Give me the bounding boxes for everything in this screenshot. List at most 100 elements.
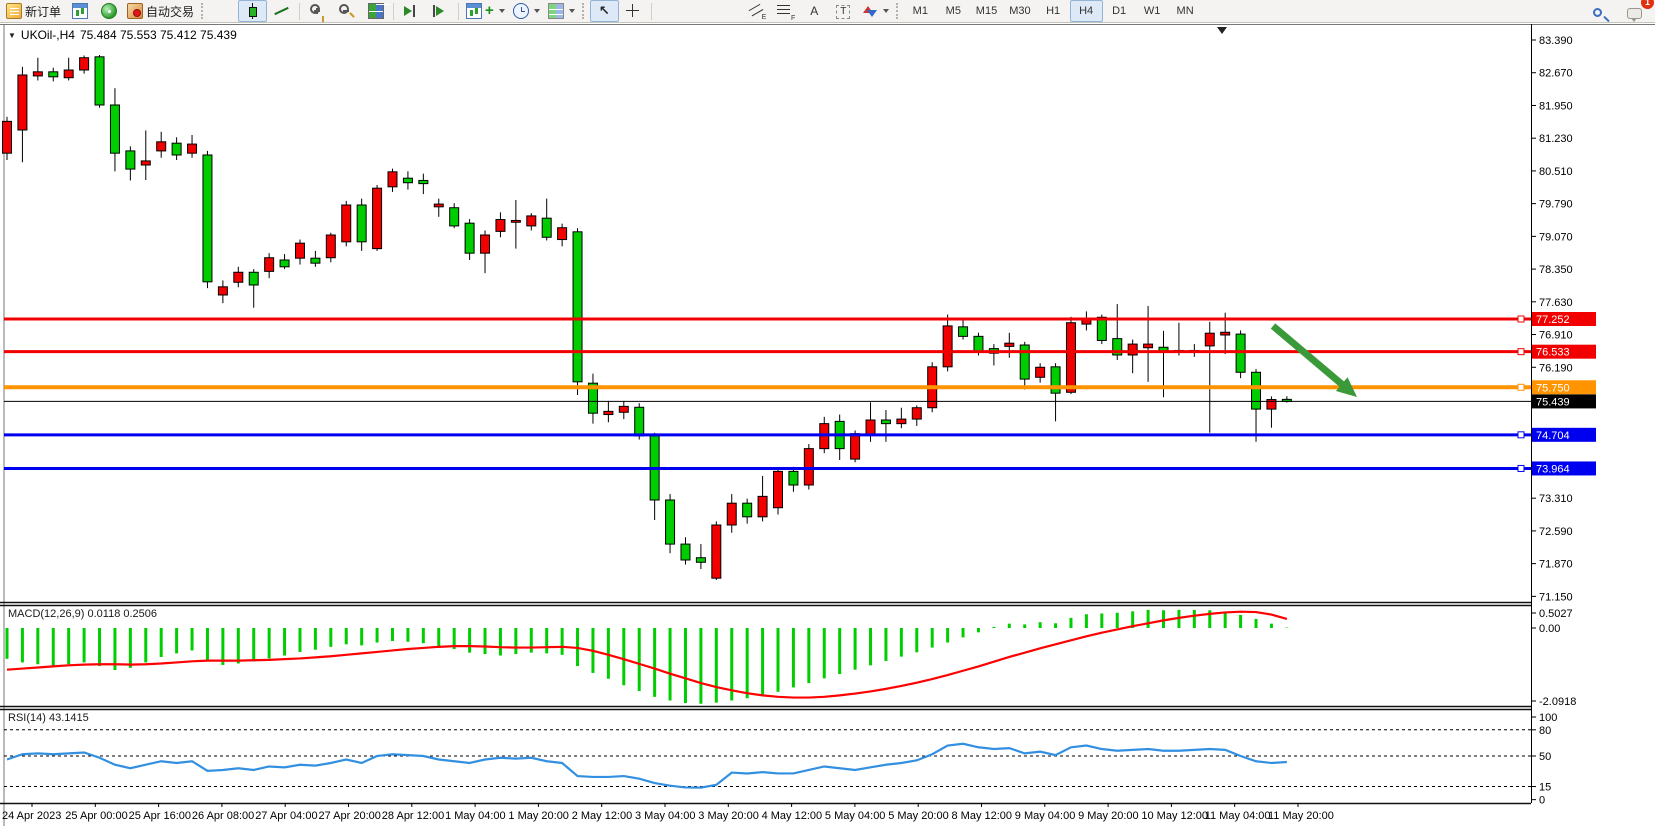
svg-text:15: 15 <box>1539 782 1551 794</box>
bar-chart-type-button[interactable] <box>209 0 238 22</box>
periods-icon <box>513 3 529 19</box>
svg-text:25 Apr 00:00: 25 Apr 00:00 <box>65 810 127 822</box>
svg-text:75.439: 75.439 <box>1536 396 1570 408</box>
new-order-icon <box>6 3 22 19</box>
indicators-button[interactable]: + <box>462 0 509 22</box>
chart-window[interactable]: ▼ UKOil-,H4 75.484 75.553 75.412 75.439 … <box>0 24 1655 826</box>
timeframe-button-h1[interactable]: H1 <box>1037 0 1070 22</box>
timeframe-button-d1[interactable]: D1 <box>1103 0 1136 22</box>
svg-text:9 May 20:00: 9 May 20:00 <box>1078 810 1139 822</box>
new-order-button[interactable]: 新订单 <box>2 0 65 22</box>
arrows-button[interactable] <box>858 0 893 22</box>
line-handle[interactable] <box>1518 349 1524 355</box>
auto-scroll-button[interactable] <box>397 0 426 22</box>
line-handle[interactable] <box>1518 316 1524 322</box>
svg-text:76.910: 76.910 <box>1539 330 1573 342</box>
search-button[interactable] <box>1583 1 1612 23</box>
chart-canvas[interactable]: 83.39082.67081.95081.23080.51079.79079.0… <box>0 24 1655 826</box>
price-level-badge: 77.252 <box>1532 312 1596 326</box>
timeframe-button-m5[interactable]: M5 <box>937 0 970 22</box>
toolbar-grip <box>582 3 587 19</box>
toolbar-separator <box>458 3 459 20</box>
svg-text:71.870: 71.870 <box>1539 559 1573 571</box>
svg-text:1 May 04:00: 1 May 04:00 <box>445 810 506 822</box>
svg-text:81.230: 81.230 <box>1539 133 1573 145</box>
timeframe-button-m1[interactable]: M1 <box>904 0 937 22</box>
trendline-button[interactable] <box>713 0 742 22</box>
svg-text:11 May 20:00: 11 May 20:00 <box>1268 810 1334 822</box>
price-level-badge: 73.964 <box>1532 461 1596 475</box>
timeframe-button-mn[interactable]: MN <box>1169 0 1202 22</box>
auto-trading-button[interactable]: 自动交易 <box>123 0 198 22</box>
svg-text:3 May 04:00: 3 May 04:00 <box>635 810 696 822</box>
candlestick-type-button[interactable] <box>238 0 267 22</box>
templates-button[interactable] <box>544 0 579 22</box>
line-chart-type-button[interactable] <box>267 0 296 22</box>
text-label-icon: T <box>836 5 850 19</box>
svg-text:8 May 12:00: 8 May 12:00 <box>952 810 1013 822</box>
candlestick-type-icon <box>245 3 261 19</box>
crosshair-button[interactable] <box>619 0 648 22</box>
svg-text:76.533: 76.533 <box>1536 347 1570 359</box>
chart-shift-button[interactable] <box>426 0 455 22</box>
chart-shift-icon <box>433 3 449 19</box>
chevron-down-icon <box>499 9 505 13</box>
notifications-button[interactable]: 1 <box>1620 1 1649 23</box>
signal-button[interactable] <box>94 0 123 22</box>
channel-icon <box>748 3 764 19</box>
svg-text:100: 100 <box>1539 712 1557 724</box>
templates-icon <box>548 3 564 19</box>
line-handle[interactable] <box>1518 465 1524 471</box>
svg-text:78.350: 78.350 <box>1539 264 1573 276</box>
cursor-button[interactable]: ↖ <box>590 0 619 22</box>
tile-windows-button[interactable] <box>361 0 390 22</box>
auto-trading-icon <box>127 3 143 19</box>
text-button[interactable]: A <box>800 0 829 22</box>
svg-text:-2.0918: -2.0918 <box>1539 696 1576 708</box>
window-menu-icon[interactable]: ▼ <box>8 31 16 40</box>
svg-text:73.964: 73.964 <box>1536 463 1570 475</box>
line-chart-type-icon <box>274 3 290 19</box>
svg-text:80.510: 80.510 <box>1539 166 1573 178</box>
arrow-shapes-icon <box>862 3 878 19</box>
line-handle[interactable] <box>1518 384 1524 390</box>
svg-text:0: 0 <box>1539 795 1545 807</box>
svg-text:4 May 12:00: 4 May 12:00 <box>762 810 823 822</box>
chart-ohlc-values: 75.484 75.553 75.412 75.439 <box>80 28 237 42</box>
timeframe-button-m15[interactable]: M15 <box>970 0 1003 22</box>
svg-text:0.00: 0.00 <box>1539 623 1560 635</box>
chevron-down-icon <box>534 9 540 13</box>
text-label-button[interactable]: T <box>829 0 858 22</box>
svg-text:82.670: 82.670 <box>1539 68 1573 80</box>
vertical-line-button[interactable] <box>655 0 684 22</box>
timeframe-button-h4[interactable]: H4 <box>1070 0 1103 22</box>
svg-text:77.630: 77.630 <box>1539 297 1573 309</box>
toolbar-right-group: 1 <box>1583 1 1649 23</box>
toolbar-separator <box>393 3 394 20</box>
chevron-down-icon <box>883 9 889 13</box>
mt4-terminal-window: { "toolbar": { "new_order_label": "新订单",… <box>0 0 1655 826</box>
chart-window-icon <box>72 3 88 19</box>
toolbar-grip <box>896 3 901 19</box>
svg-text:0.5027: 0.5027 <box>1539 608 1573 620</box>
svg-text:11 May 04:00: 11 May 04:00 <box>1205 810 1271 822</box>
svg-text:27 Apr 20:00: 27 Apr 20:00 <box>319 810 381 822</box>
auto-trading-label: 自动交易 <box>146 3 194 20</box>
zoom-out-button[interactable] <box>332 0 361 22</box>
zoom-in-button[interactable] <box>303 0 332 22</box>
svg-text:2 May 12:00: 2 May 12:00 <box>572 810 633 822</box>
rsi-indicator-label: RSI(14) 43.1415 <box>8 712 89 724</box>
channel-button[interactable] <box>742 0 771 22</box>
line-handle[interactable] <box>1518 432 1524 438</box>
chat-icon <box>1627 8 1642 19</box>
text-icon: A <box>806 3 822 19</box>
svg-text:73.310: 73.310 <box>1539 493 1573 505</box>
timeframe-button-m30[interactable]: M30 <box>1003 0 1036 22</box>
zoom-out-icon <box>339 4 349 14</box>
periods-button[interactable] <box>509 0 544 22</box>
timeframe-button-w1[interactable]: W1 <box>1136 0 1169 22</box>
fibonacci-button[interactable] <box>771 0 800 22</box>
crosshair-icon <box>625 3 641 19</box>
horizontal-line-button[interactable] <box>684 0 713 22</box>
charts-window-button[interactable] <box>65 0 94 22</box>
